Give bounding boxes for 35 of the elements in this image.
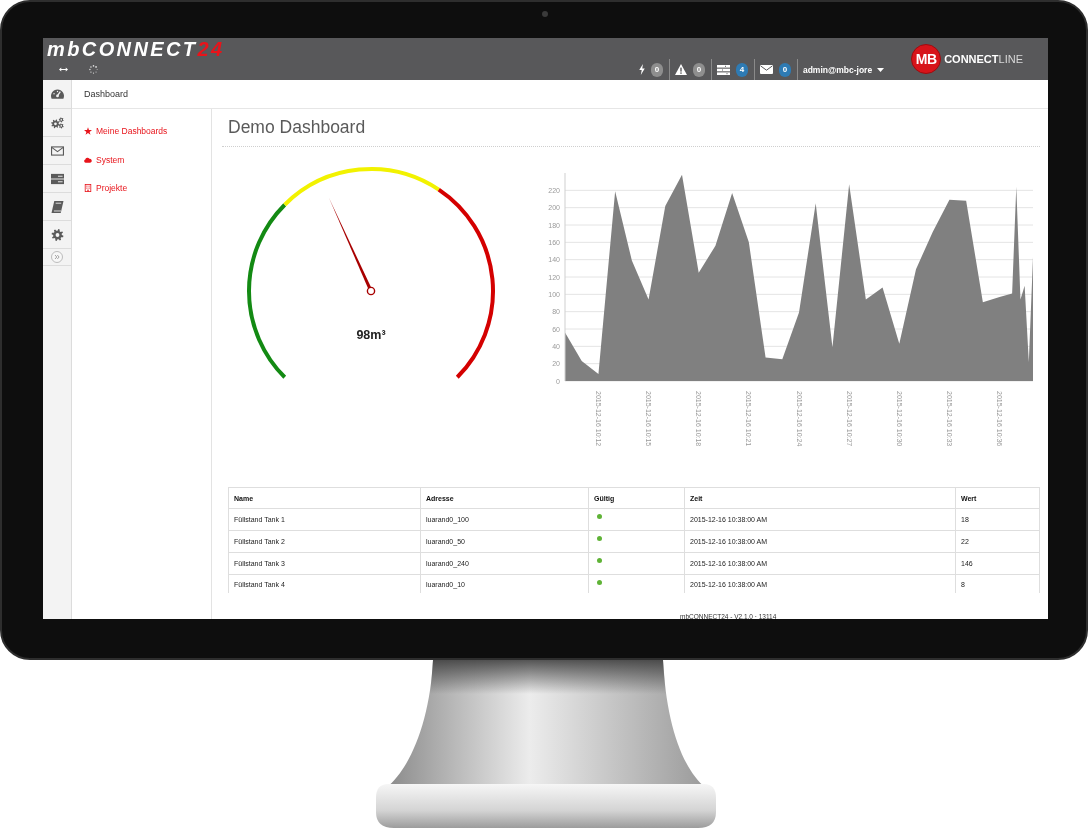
- brand-wordmark: CONNECTLINE: [944, 53, 1023, 65]
- lightning-icon: [638, 64, 645, 75]
- brand-logo-mark: MB: [911, 44, 942, 74]
- notification-count: 4: [735, 62, 748, 77]
- menu-link[interactable]: Projekte: [84, 182, 128, 194]
- envelope-icon[interactable]: [50, 144, 64, 157]
- notification-count: 0: [692, 62, 705, 77]
- building-icon: [84, 184, 92, 192]
- envelope-icon: [759, 65, 773, 74]
- notification-button[interactable]: 0: [633, 59, 669, 80]
- app-logo: mbCONNECT24: [47, 39, 225, 59]
- gauge-reading: 98m³: [356, 328, 386, 342]
- caret-icon: [877, 67, 885, 72]
- warning-icon: [674, 64, 687, 75]
- menu-link[interactable]: Meine Dashboards: [84, 125, 168, 137]
- notification-button[interactable]: 0: [668, 59, 711, 80]
- cloud-icon: [84, 155, 92, 164]
- page-title: Demo Dashboard: [228, 117, 366, 137]
- gear-icon[interactable]: [50, 228, 64, 241]
- notification-button[interactable]: 0: [753, 59, 797, 80]
- notification-count: 0: [778, 62, 791, 77]
- book-icon[interactable]: [50, 200, 64, 213]
- user-menu-button[interactable]: admin@mbc-jore: [796, 59, 885, 80]
- notification-button[interactable]: 4: [710, 59, 754, 80]
- notification-count: 0: [650, 62, 663, 77]
- dashboard-icon[interactable]: [50, 88, 64, 100]
- menu-link[interactable]: System: [84, 153, 125, 166]
- arrows-icon[interactable]: [59, 67, 68, 72]
- camera-icon: [542, 11, 548, 17]
- star-icon: [84, 127, 92, 135]
- server-icon[interactable]: [50, 172, 64, 185]
- spinner-icon: [89, 65, 98, 74]
- gears-icon[interactable]: [50, 116, 64, 129]
- breadcrumb-item: Dashboard: [84, 89, 129, 99]
- stacked-bars-icon: [716, 64, 730, 75]
